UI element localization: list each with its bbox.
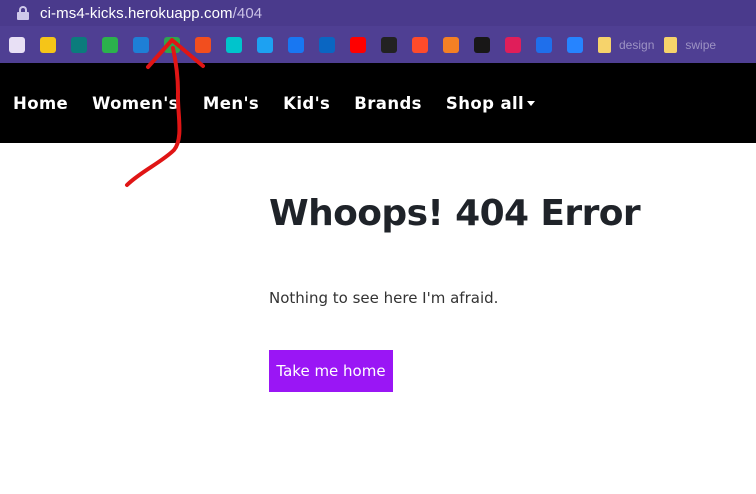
page-subtitle: Nothing to see here I'm afraid. <box>269 289 499 307</box>
nav-brands[interactable]: Brands <box>354 94 422 113</box>
figma-icon[interactable] <box>195 36 211 53</box>
cc-icon[interactable] <box>536 36 552 53</box>
nav-shop-all[interactable]: Shop all <box>445 93 536 113</box>
nav-womens[interactable]: Women's <box>92 94 179 113</box>
site-nav: Home Women's Men's Kid's Brands Shop all <box>0 63 756 143</box>
folder-icon <box>664 36 678 53</box>
facebook-icon[interactable] <box>288 36 304 53</box>
slack-icon[interactable] <box>505 36 521 53</box>
nav-home[interactable]: Home <box>13 94 68 113</box>
bookmark-folder-swipe[interactable]: swipe <box>664 36 717 53</box>
mailchimp-icon[interactable] <box>40 36 56 53</box>
caret-down-icon <box>527 100 536 106</box>
jira-icon[interactable] <box>567 36 583 53</box>
github-icon[interactable] <box>474 36 490 53</box>
url-host: ci-ms4-kicks.herokuapp.com <box>40 4 233 22</box>
github-desktop-icon[interactable] <box>164 36 180 53</box>
ublock-icon[interactable] <box>9 36 25 53</box>
folder-icon <box>598 36 611 53</box>
bookmark-folder-label: swipe <box>685 37 717 52</box>
nav-kids[interactable]: Kid's <box>283 94 330 113</box>
opera-icon[interactable] <box>412 36 428 53</box>
youtube-icon[interactable] <box>350 36 366 53</box>
crown-icon[interactable] <box>381 36 397 53</box>
bookmark-folder-label: design <box>619 37 655 52</box>
trello-icon[interactable] <box>133 36 149 53</box>
linkedin-icon[interactable] <box>319 36 335 53</box>
url-text[interactable]: ci-ms4-kicks.herokuapp.com/404 <box>40 5 262 22</box>
url-path: /404 <box>232 4 263 22</box>
bookmark-folder-design[interactable]: design <box>598 36 655 53</box>
bookmarks-bar: design swipe <box>0 26 756 63</box>
nav-mens[interactable]: Men's <box>203 94 259 113</box>
take-me-home-button[interactable]: Take me home <box>269 350 393 392</box>
canva-icon[interactable] <box>226 36 242 53</box>
address-bar[interactable]: ci-ms4-kicks.herokuapp.com/404 <box>0 0 756 26</box>
twitter-icon[interactable] <box>257 36 273 53</box>
feedly-icon[interactable] <box>102 36 118 53</box>
page-title: Whoops! 404 Error <box>269 193 641 234</box>
nav-shop-all-label: Shop all <box>445 93 525 113</box>
lock-icon[interactable] <box>16 6 30 20</box>
sharepoint-icon[interactable] <box>71 36 87 53</box>
stackoverflow-icon[interactable] <box>443 36 459 53</box>
